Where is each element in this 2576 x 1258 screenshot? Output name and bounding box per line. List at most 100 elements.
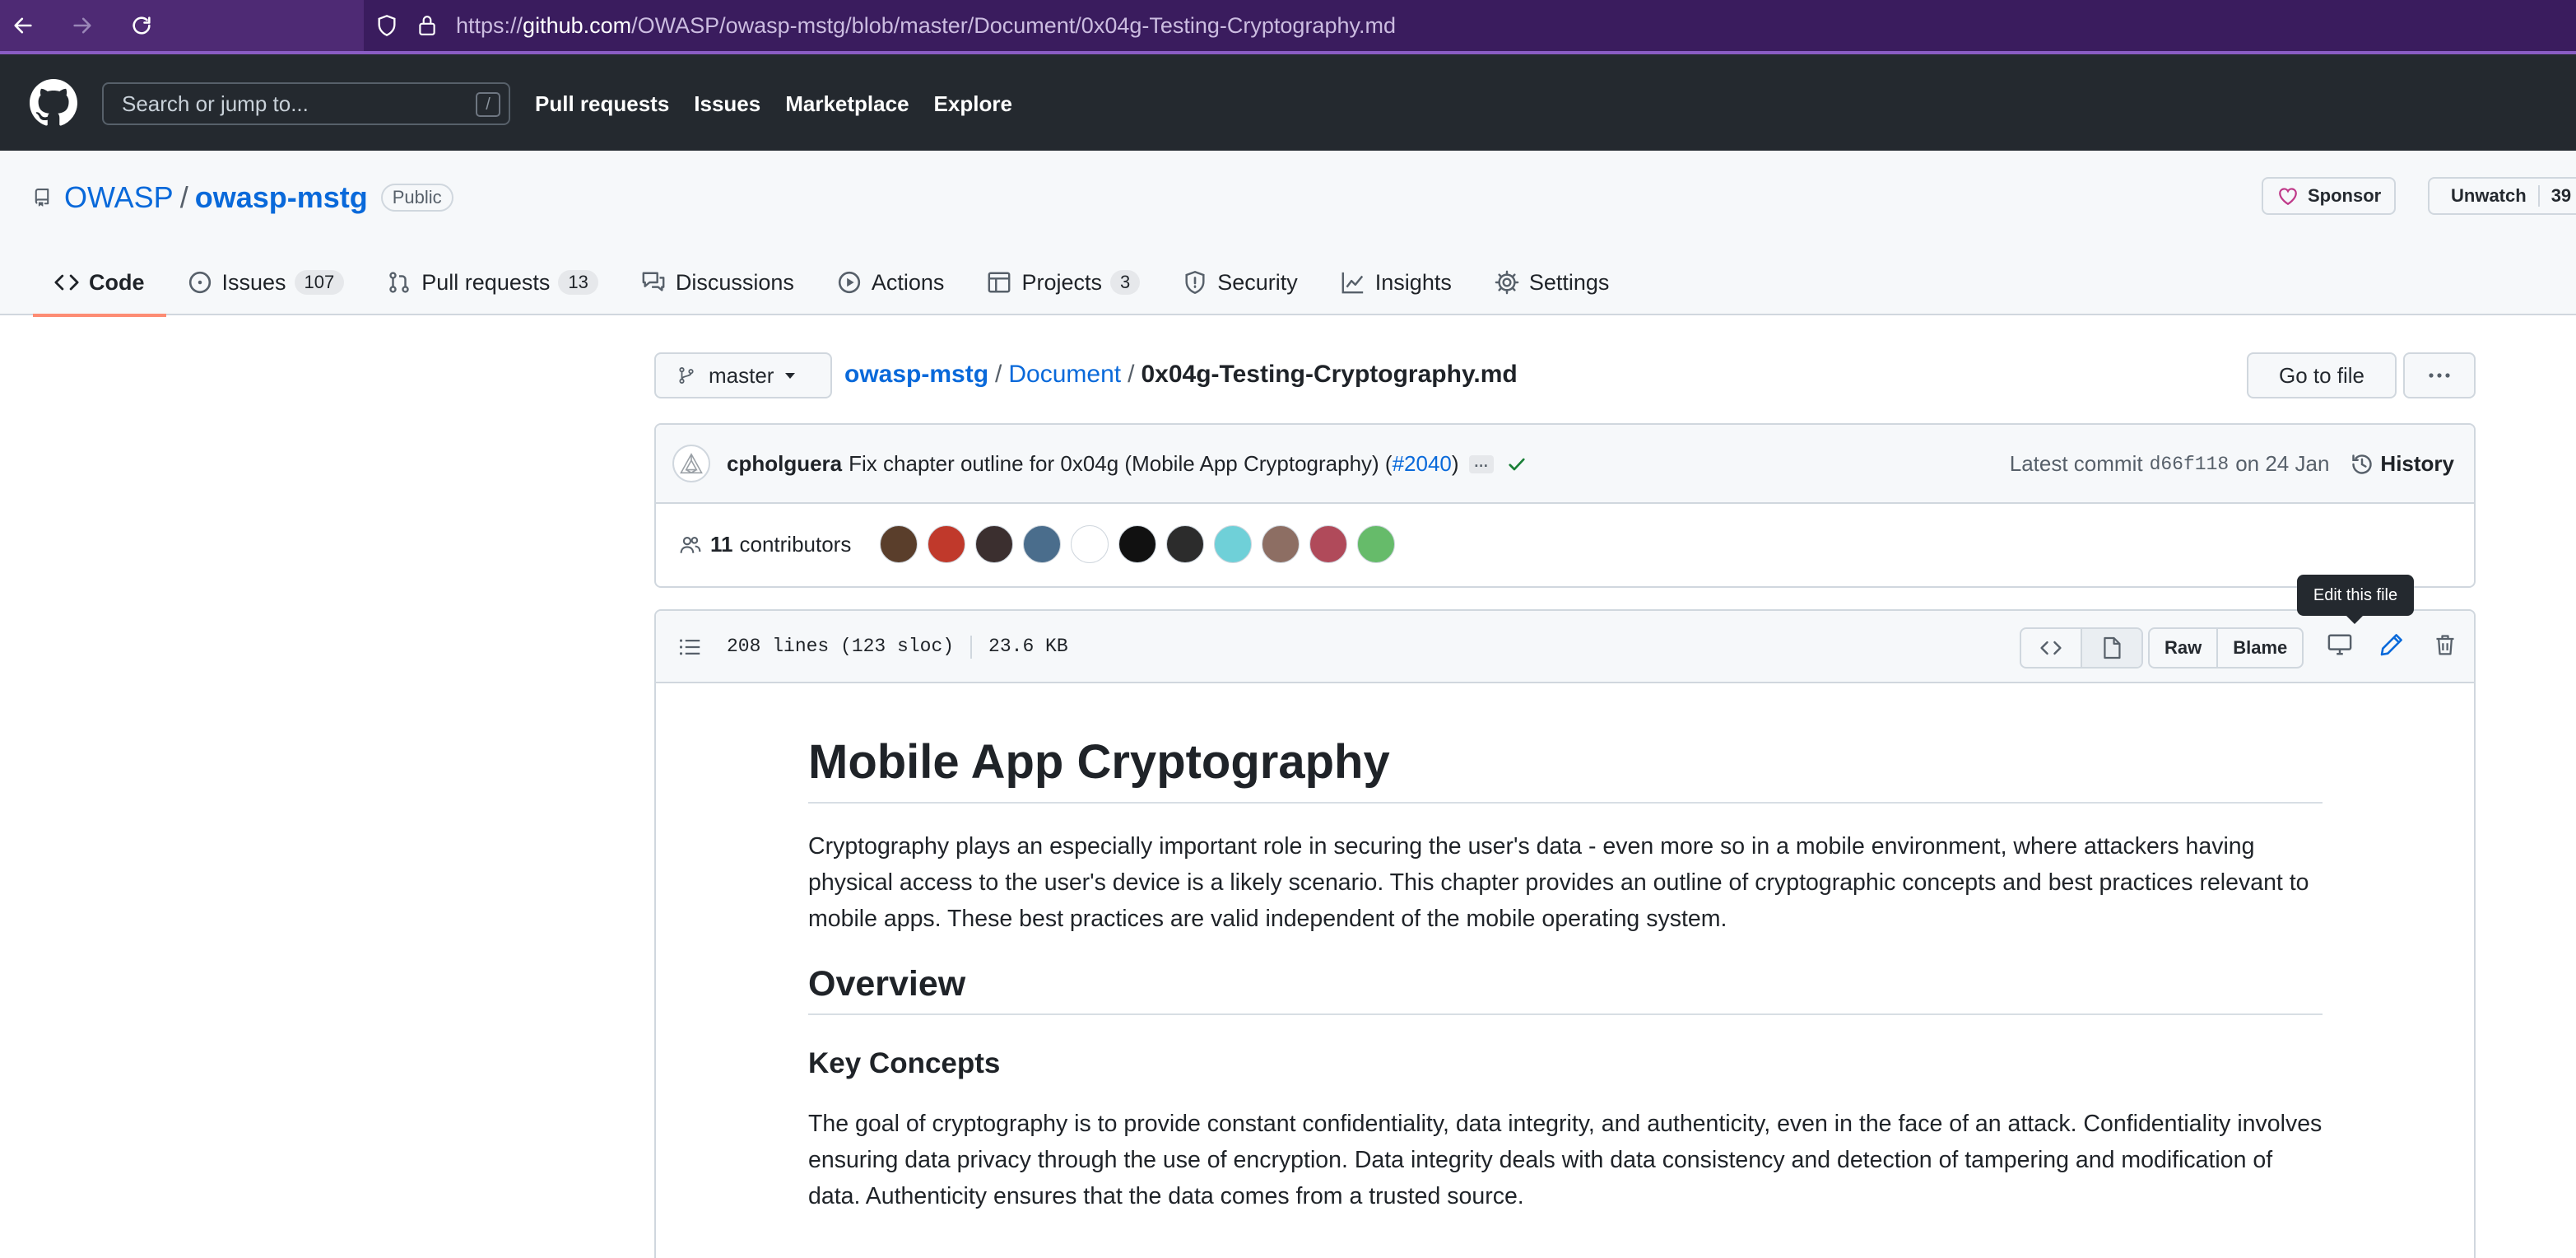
tab-security[interactable]: Security: [1161, 249, 1319, 315]
contributor-avatar[interactable]: [975, 525, 1013, 563]
issues-count: 107: [294, 270, 345, 295]
contributor-avatars: [880, 525, 1405, 563]
rendered-view-button[interactable]: [2081, 629, 2141, 667]
more-options-button[interactable]: [2403, 352, 2476, 398]
raw-button[interactable]: Raw: [2150, 629, 2216, 667]
tab-insights[interactable]: Insights: [1319, 249, 1473, 315]
nav-issues[interactable]: Issues: [694, 91, 760, 117]
commit-author-link[interactable]: cpholguera: [727, 451, 842, 477]
file-lines: 208 lines (123 sloc): [727, 636, 955, 657]
nav-explore[interactable]: Explore: [934, 91, 1012, 117]
nav-pull-requests[interactable]: Pull requests: [535, 91, 669, 117]
raw-blame-group: Raw Blame: [2148, 627, 2304, 669]
kebab-horizontal-icon: [2429, 373, 2450, 378]
contributor-avatar[interactable]: [1071, 525, 1109, 563]
trash-icon[interactable]: [2434, 632, 2457, 657]
play-icon: [838, 271, 861, 294]
commit-date: on 24 Jan: [2235, 451, 2330, 476]
go-to-file-button[interactable]: Go to file: [2247, 352, 2397, 398]
contributor-avatar[interactable]: [1166, 525, 1204, 563]
lock-icon[interactable]: [416, 14, 438, 37]
pull-request-link[interactable]: #2040: [1393, 451, 1452, 477]
discussions-icon: [642, 272, 665, 291]
pencil-icon[interactable]: [2379, 632, 2404, 657]
contributor-avatar[interactable]: [1118, 525, 1156, 563]
file-viewer: 208 lines (123 sloc) 23.6 KB Raw Blame M…: [654, 609, 2476, 1258]
address-bar[interactable]: https://github.com/OWASP/owasp-mstg/blob…: [364, 0, 2576, 51]
unwatch-button[interactable]: Unwatch 39: [2428, 177, 2576, 215]
reload-button[interactable]: [127, 11, 156, 40]
tab-code[interactable]: Code: [33, 249, 166, 317]
commit-meta: Latest commit d66f118 on 24 Jan History: [2009, 451, 2454, 477]
avatar[interactable]: [672, 445, 710, 482]
repo-title: OWASP / owasp-mstg Public: [33, 180, 453, 215]
sponsor-button[interactable]: Sponsor: [2262, 177, 2397, 215]
repo-header: OWASP / owasp-mstg Public Sponsor Unwatc…: [0, 151, 2576, 317]
doc-title: Mobile App Cryptography: [808, 736, 2323, 804]
breadcrumb-repo-link[interactable]: owasp-mstg: [844, 361, 988, 388]
issue-icon: [188, 271, 211, 294]
breadcrumb-folder-link[interactable]: Document: [1008, 361, 1121, 388]
latest-commit-box: cpholguera Fix chapter outline for 0x04g…: [654, 423, 2476, 588]
arrow-left-icon: [14, 17, 32, 34]
header-nav: Pull requests Issues Marketplace Explore: [535, 91, 1037, 117]
search-input[interactable]: Search or jump to... /: [102, 82, 510, 125]
browser-toolbar: https://github.com/OWASP/owasp-mstg/blob…: [0, 0, 2576, 54]
url-text[interactable]: https://github.com/OWASP/owasp-mstg/blob…: [456, 13, 1396, 39]
repo-owner-link[interactable]: OWASP: [64, 180, 174, 215]
divider: [970, 636, 973, 659]
contributor-avatar[interactable]: [880, 525, 918, 563]
contributor-avatar[interactable]: [1023, 525, 1061, 563]
contributor-avatar[interactable]: [1309, 525, 1347, 563]
pull-request-icon: [389, 272, 409, 293]
blame-button[interactable]: Blame: [2216, 629, 2302, 667]
tab-projects[interactable]: Projects 3: [965, 249, 1161, 315]
back-button[interactable]: [8, 11, 38, 40]
contributors-link[interactable]: 11 contributors: [679, 532, 851, 557]
expand-commit-button[interactable]: …: [1468, 454, 1494, 473]
file-info: 208 lines (123 sloc) 23.6 KB: [727, 636, 1068, 659]
commit-message: cpholguera Fix chapter outline for 0x04g…: [727, 451, 1527, 477]
contributor-avatar[interactable]: [1262, 525, 1300, 563]
commit-row: cpholguera Fix chapter outline for 0x04g…: [656, 425, 2474, 504]
contributor-avatar[interactable]: [1214, 525, 1252, 563]
source-view-button[interactable]: [2021, 629, 2081, 667]
contributor-avatar[interactable]: [928, 525, 965, 563]
contributor-avatar[interactable]: [1357, 525, 1395, 563]
visibility-badge: Public: [380, 184, 453, 212]
forward-button[interactable]: [67, 11, 97, 40]
check-icon[interactable]: [1507, 454, 1527, 474]
repo-name-link[interactable]: owasp-mstg: [195, 180, 368, 215]
arrow-right-icon: [73, 17, 91, 34]
people-icon: [680, 536, 701, 553]
heart-icon: [2279, 188, 2297, 206]
file-icon: [2104, 636, 2121, 659]
projects-count: 3: [1109, 270, 1141, 295]
table-icon: [988, 272, 1011, 293]
tab-settings[interactable]: Settings: [1473, 249, 1631, 315]
commit-sha-link[interactable]: d66f118: [2150, 454, 2230, 475]
commit-message-link[interactable]: Fix chapter outline for 0x04g (Mobile Ap…: [849, 451, 1392, 477]
key-concepts-heading: Key Concepts: [808, 1047, 1001, 1080]
branch-select[interactable]: master: [654, 352, 832, 398]
shield-icon: [1185, 270, 1205, 295]
key-concepts-paragraph: The goal of cryptography is to provide c…: [808, 1111, 2323, 1210]
breadcrumb: owasp-mstg / Document/0x04g-Testing-Crypto…: [844, 361, 1518, 388]
repo-title-separator: /: [179, 180, 188, 214]
nav-marketplace[interactable]: Marketplace: [785, 91, 909, 117]
owasp-avatar-icon: [680, 453, 703, 474]
contributors-count: 11: [710, 532, 733, 557]
chevron-down-icon: [785, 372, 796, 379]
code-icon: [54, 274, 79, 291]
desktop-icon[interactable]: [2327, 632, 2353, 657]
tab-discussions[interactable]: Discussions: [620, 249, 816, 315]
history-button[interactable]: History: [2350, 451, 2454, 477]
tab-issues[interactable]: Issues 107: [166, 249, 366, 315]
overview-heading: Overview: [808, 963, 2323, 1016]
github-logo-icon[interactable]: [30, 79, 77, 127]
tab-pull-requests[interactable]: Pull requests 13: [365, 249, 620, 315]
tab-actions[interactable]: Actions: [816, 249, 966, 315]
shield-icon[interactable]: [375, 14, 398, 37]
graph-icon: [1341, 272, 1363, 294]
list-unordered-icon[interactable]: [677, 636, 702, 659]
